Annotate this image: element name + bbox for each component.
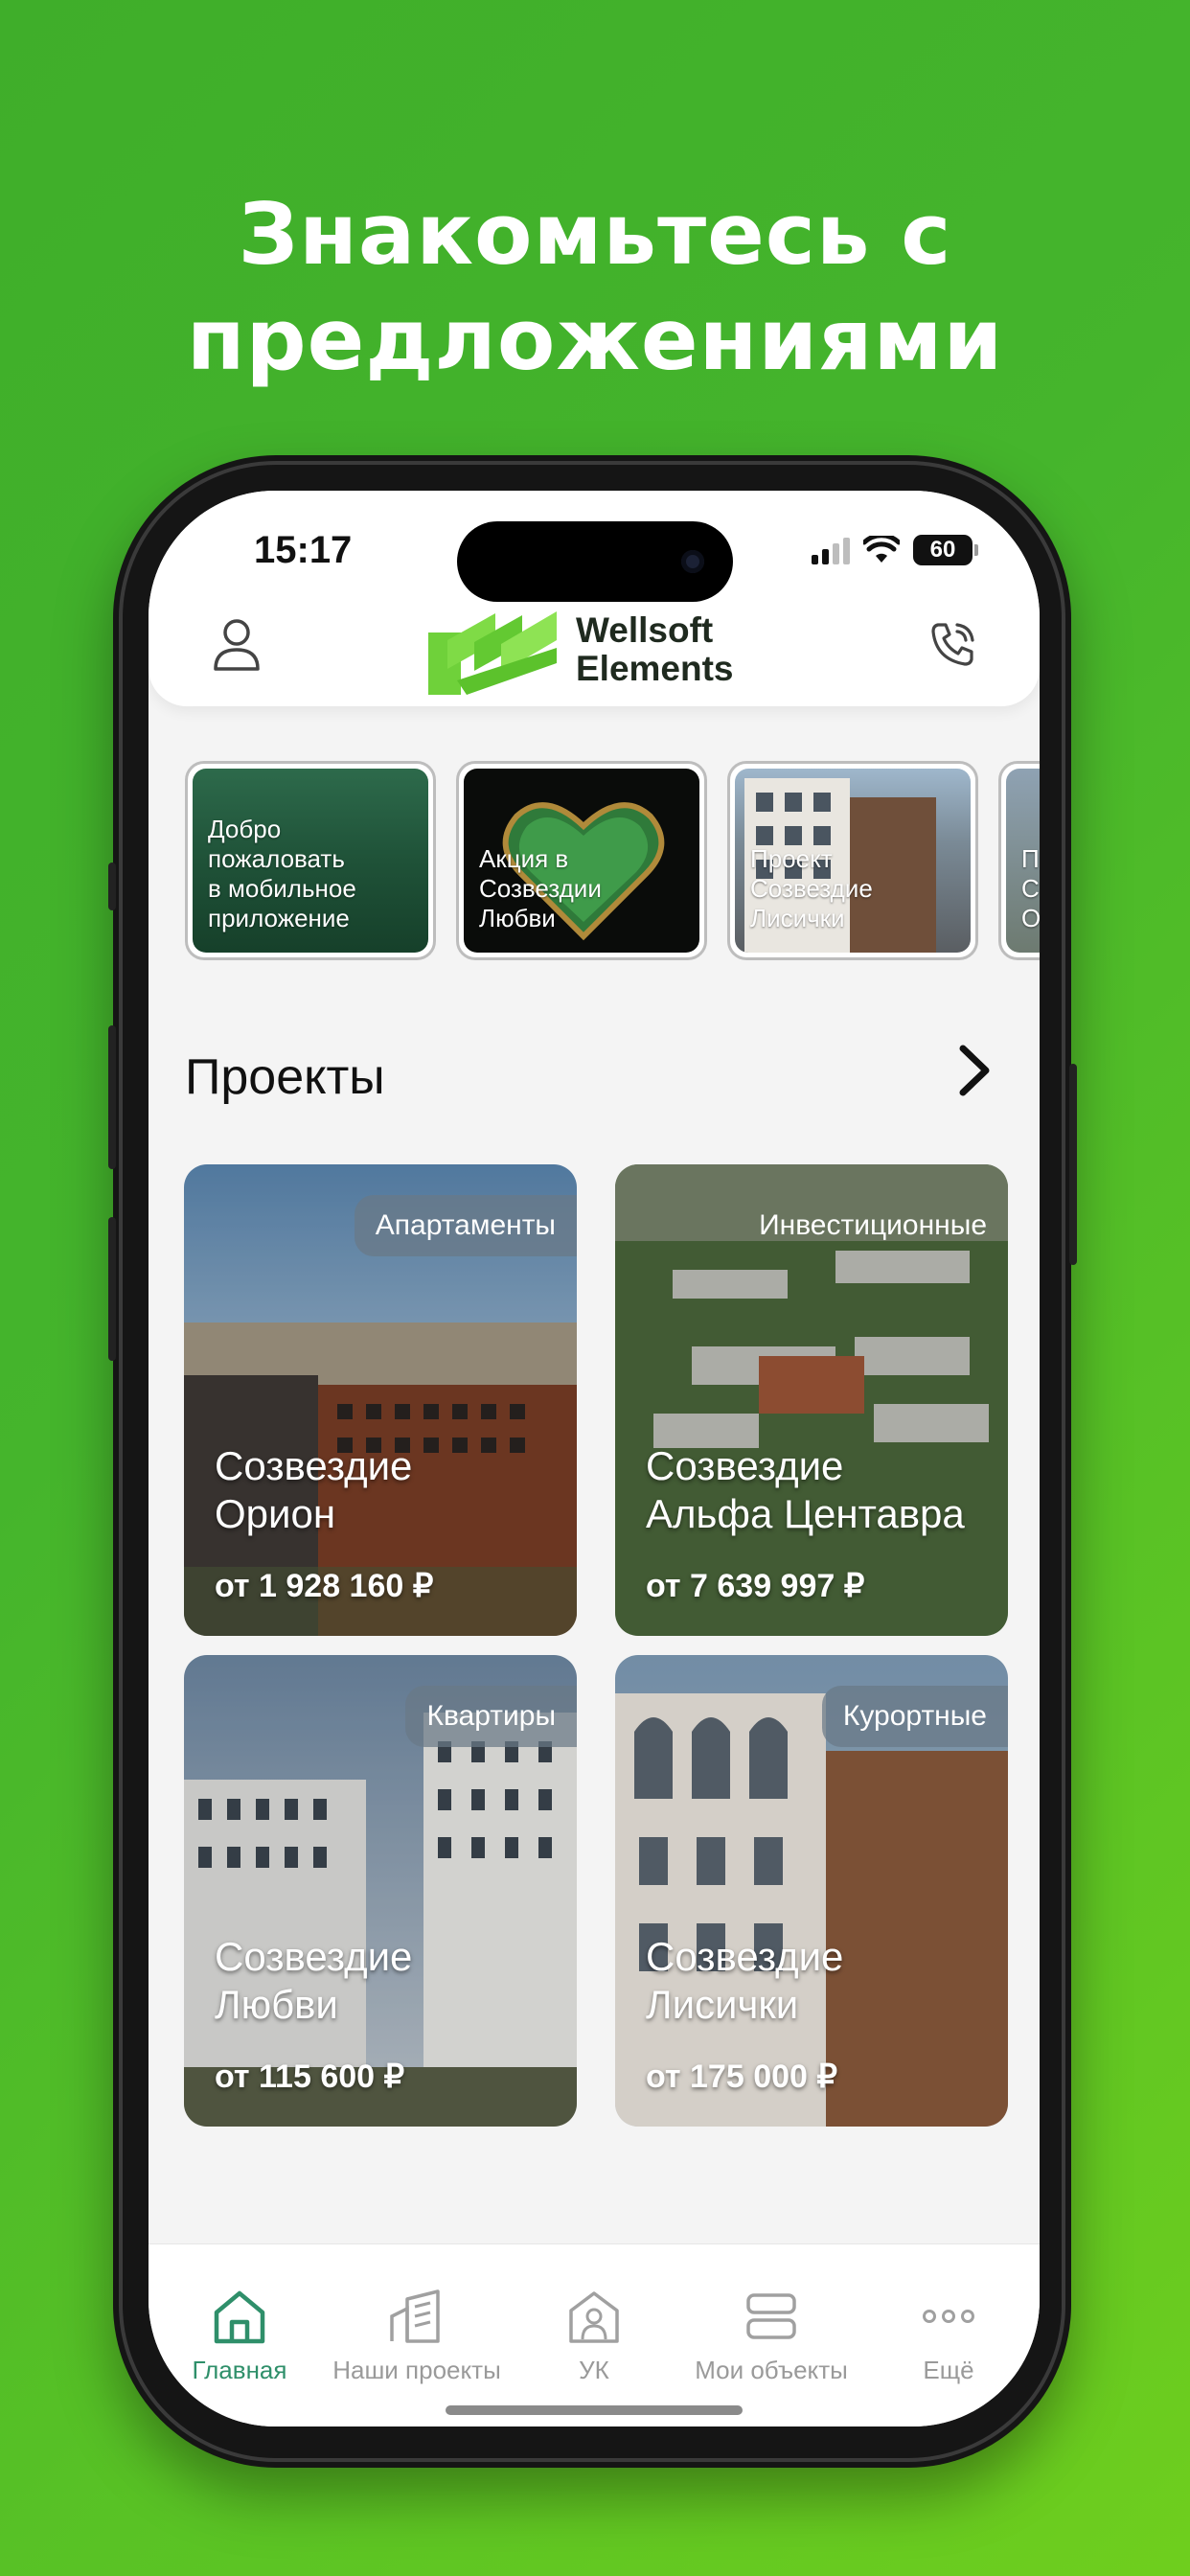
story-image: Добро пожаловать в мобильное приложение <box>193 769 428 953</box>
project-price: от 7 639 997 ₽ <box>646 1568 865 1604</box>
tab-management-company[interactable]: УК <box>503 2283 685 2385</box>
tab-our-projects[interactable]: Наши проекты <box>326 2283 508 2385</box>
promo-headline: Знакомьтесь с предложениями <box>0 182 1190 393</box>
story-card[interactable]: ПрСоОр <box>998 761 1040 960</box>
tab-label: Главная <box>192 2356 287 2384</box>
wellsoft-logo-icon <box>428 611 557 695</box>
projects-see-all-button[interactable] <box>946 1037 1003 1104</box>
tab-label: Наши проекты <box>332 2356 501 2384</box>
tab-my-objects[interactable]: Мои объекты <box>680 2283 862 2385</box>
battery-icon: 60 <box>913 535 978 565</box>
project-price: от 1 928 160 ₽ <box>215 1568 434 1604</box>
profile-button[interactable] <box>198 606 275 682</box>
project-title: Созвездие Орион <box>215 1443 413 1536</box>
story-image: Проект Созвездие Лисички <box>735 769 971 953</box>
bottom-tab-bar: Главная Наши проекты УК Мои объекты Ещё <box>149 2243 1040 2426</box>
phone-side-button-left-1 <box>108 862 116 910</box>
story-text: ПрСоОр <box>1021 844 1040 932</box>
tab-more[interactable]: Ещё <box>858 2283 1040 2385</box>
projects-title: Проекты <box>185 1049 385 1105</box>
story-card[interactable]: Проект Созвездие Лисички <box>727 761 978 960</box>
tab-label: Ещё <box>923 2356 974 2384</box>
project-category-badge: Апартаменты <box>354 1195 577 1256</box>
project-card[interactable]: Апартаменты Созвездие Орион от 1 928 160 … <box>184 1164 577 1636</box>
tab-home[interactable]: Главная <box>149 2283 331 2385</box>
chevron-right-icon <box>959 1045 990 1096</box>
project-title: Созвездие Альфа Центавра <box>646 1443 965 1536</box>
status-indicators: 60 <box>812 529 978 571</box>
profile-icon <box>214 619 260 671</box>
buildings-icon <box>390 2289 440 2343</box>
story-text: Проект Созвездие Лисички <box>750 844 873 932</box>
project-title: Созвездие Лисички <box>646 1934 844 2027</box>
phone-side-button-left-2 <box>108 1025 116 1169</box>
more-icon <box>923 2310 974 2323</box>
dynamic-island <box>457 521 733 602</box>
logo-line2: Elements <box>576 648 734 688</box>
story-card[interactable]: Добро пожаловать в мобильное приложение <box>185 761 436 960</box>
phone-side-button-right <box>1069 1064 1077 1265</box>
tab-label: УК <box>579 2356 609 2384</box>
stories-carousel: Добро пожаловать в мобильное приложение Акц… <box>185 761 1040 962</box>
story-text: Акция в Созвездии Любви <box>479 844 602 932</box>
tab-label: Мои объекты <box>695 2356 848 2384</box>
project-price: от 175 000 ₽ <box>646 2058 837 2095</box>
app-logo: Wellsoft Elements <box>428 604 734 695</box>
story-image: ПрСоОр <box>1006 769 1040 953</box>
home-indicator <box>446 2405 743 2415</box>
camera-icon <box>681 550 704 573</box>
story-image: Акция в Созвездии Любви <box>464 769 699 953</box>
project-title: Созвездие Любви <box>215 1934 413 2027</box>
promo-headline-line2: предложениями <box>186 290 1004 389</box>
story-text: Добро пожаловать в мобильное приложение <box>208 815 356 932</box>
phone-side-button-left-3 <box>108 1217 116 1361</box>
project-card[interactable]: Квартиры Созвездие Любви от 115 600 ₽ <box>184 1655 577 2127</box>
management-company-icon <box>569 2291 619 2343</box>
call-button[interactable] <box>915 606 992 682</box>
objects-icon <box>746 2293 796 2339</box>
project-category-badge: Квартиры <box>405 1686 577 1747</box>
promo-headline-line1: Знакомьтесь с <box>238 185 952 284</box>
app-screen: 15:17 60 Wellsoft Elements Добро пожалов… <box>149 491 1040 2426</box>
project-card[interactable]: Курортные Созвездие Лисички от 175 000 ₽ <box>615 1655 1008 2127</box>
logo-line1: Wellsoft <box>576 610 714 650</box>
wifi-icon <box>863 536 900 563</box>
project-category-badge: Курортные <box>821 1686 1008 1747</box>
status-time: 15:17 <box>254 529 353 571</box>
project-category-badge: Инвестиционные <box>759 1209 987 1241</box>
cellular-signal-icon <box>812 536 850 564</box>
project-price: от 115 600 ₽ <box>215 2058 405 2095</box>
story-card[interactable]: Акция в Созвездии Любви <box>456 761 707 960</box>
project-card[interactable]: Инвестиционные Созвездие Альфа Центавра о… <box>615 1164 1008 1636</box>
home-icon <box>214 2290 265 2344</box>
phone-call-icon <box>931 623 974 666</box>
